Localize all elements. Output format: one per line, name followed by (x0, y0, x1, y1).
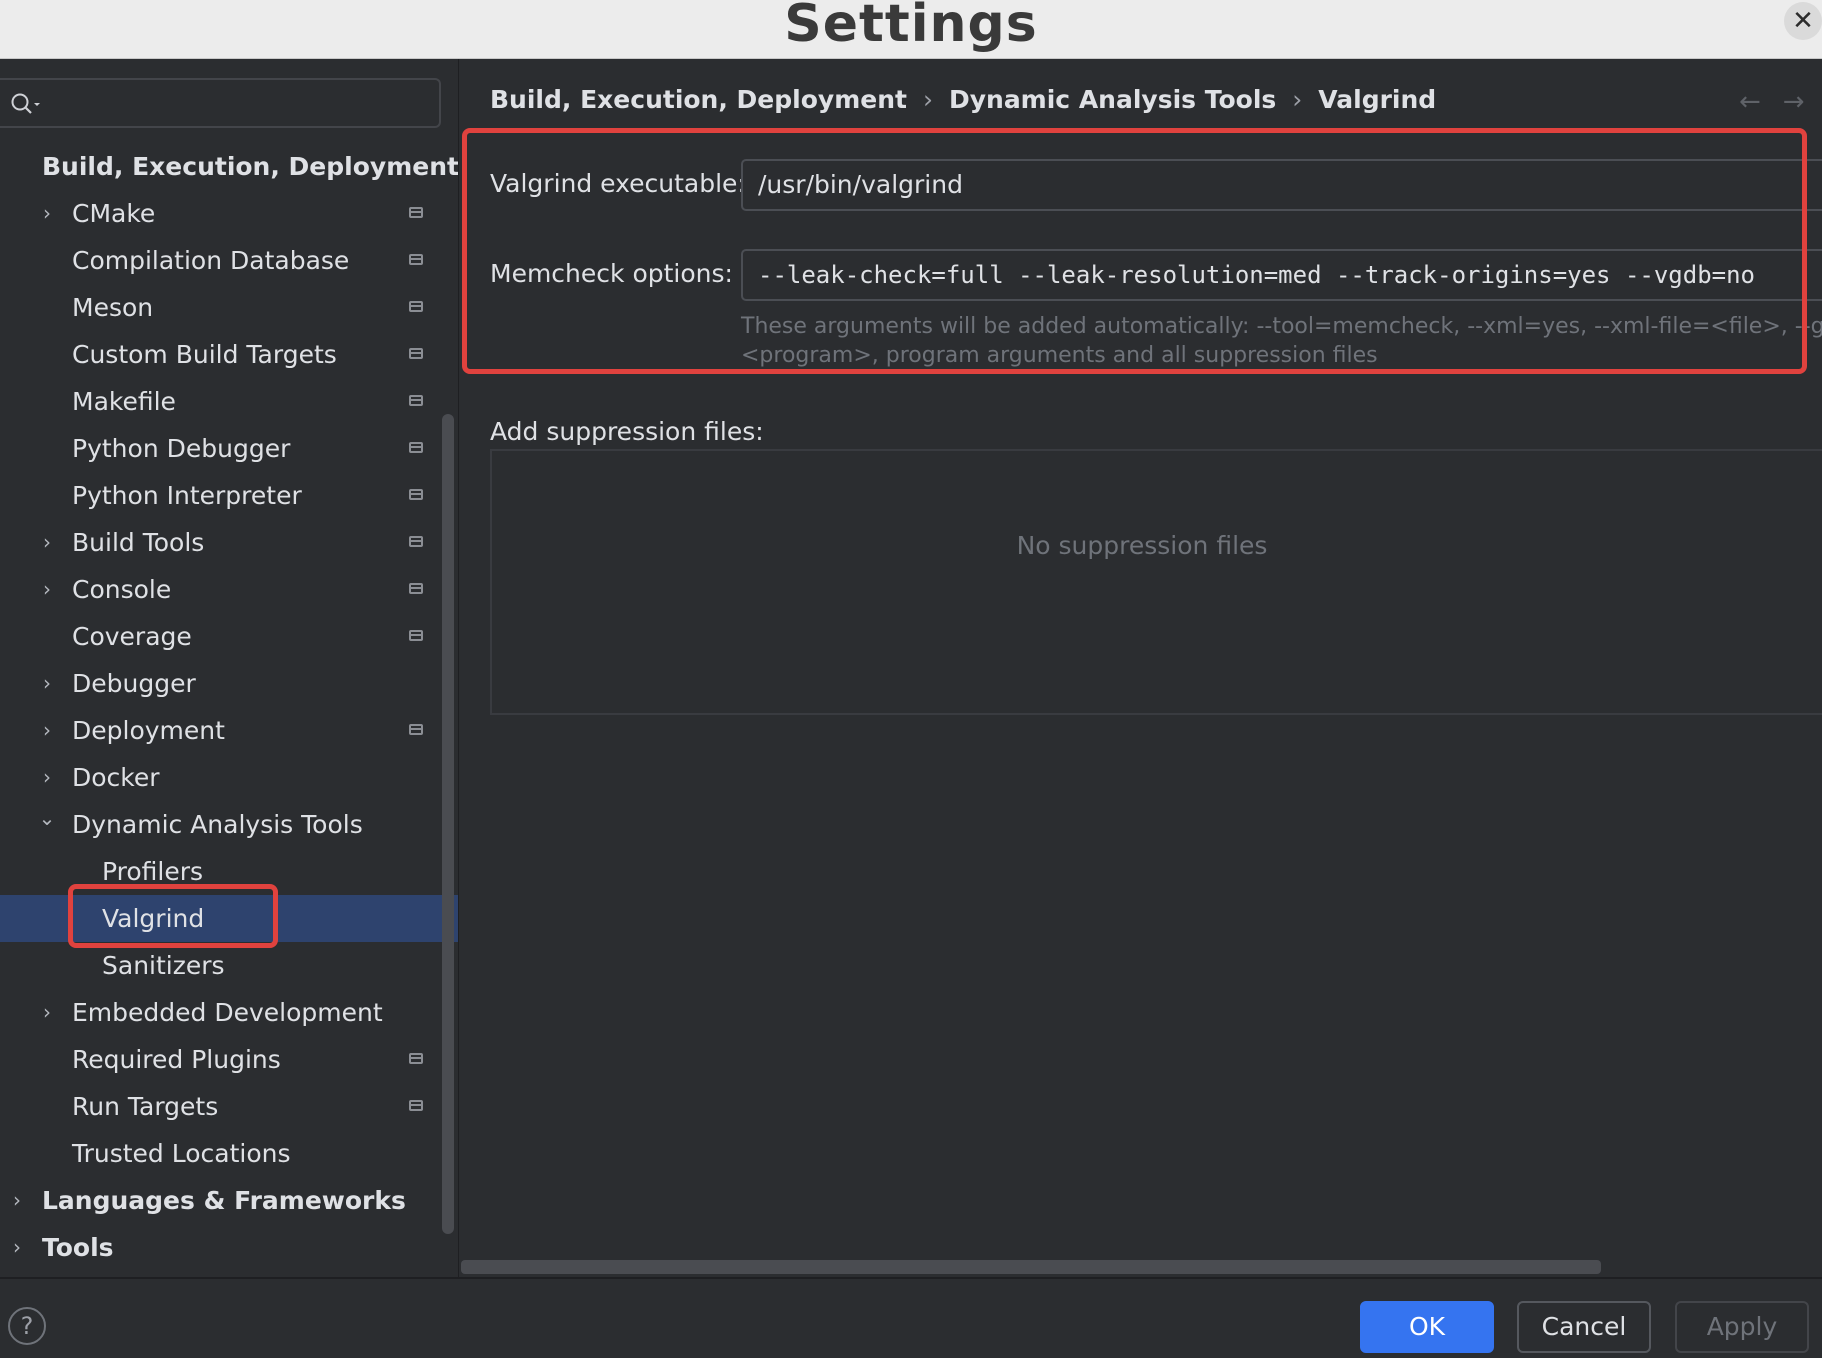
chevron-right-icon: › (1292, 85, 1303, 114)
chevron-right-icon[interactable]: › (37, 660, 57, 707)
sidebar-item-docker[interactable]: › Docker (0, 754, 458, 801)
sidebar-item-tools[interactable]: › Tools (0, 1224, 458, 1271)
breadcrumb-item: Dynamic Analysis Tools (948, 85, 1277, 114)
project-settings-icon (409, 1100, 423, 1111)
project-settings-icon (409, 583, 423, 594)
window-title: Settings (784, 0, 1038, 54)
options-highlight-box (462, 128, 1807, 374)
sidebar-item-label: Meson (72, 293, 154, 322)
sidebar-item-sanitizers[interactable]: Sanitizers (0, 942, 458, 989)
sidebar-item-label: Compilation Database (72, 246, 350, 275)
ok-button[interactable]: OK (1360, 1301, 1494, 1353)
chevron-right-icon[interactable]: › (37, 190, 57, 237)
project-settings-icon (409, 395, 423, 406)
project-settings-icon (409, 1053, 423, 1064)
chevron-right-icon[interactable]: › (37, 754, 57, 801)
horizontal-scrollbar[interactable] (461, 1260, 1601, 1274)
chevron-right-icon[interactable]: › (37, 566, 57, 613)
sidebar-item-label: Makefile (72, 387, 176, 416)
sidebar-item-trusted-locations[interactable]: Trusted Locations (0, 1130, 458, 1177)
sidebar-item-label: Custom Build Targets (72, 340, 337, 369)
sidebar-item-languages-frameworks[interactable]: › Languages & Frameworks (0, 1177, 458, 1224)
cancel-button[interactable]: Cancel (1517, 1301, 1651, 1353)
sidebar-item-python-interpreter[interactable]: Python Interpreter (0, 472, 458, 519)
sidebar-item-label: CMake (72, 199, 156, 228)
sidebar-item-label: Embedded Development (72, 998, 383, 1027)
title-bar: Settings ✕ (0, 0, 1822, 59)
sidebar-item-label: Build Tools (72, 528, 205, 557)
sidebar-item-label: Dynamic Analysis Tools (72, 810, 363, 839)
sidebar-item-label: Python Interpreter (72, 481, 302, 510)
sidebar-item-label: Required Plugins (72, 1045, 281, 1074)
sidebar-item-debugger[interactable]: › Debugger (0, 660, 458, 707)
sidebar-item-python-debugger[interactable]: Python Debugger (0, 425, 458, 472)
breadcrumb: Build, Execution, Deployment › Dynamic Ana… (490, 85, 1436, 114)
sidebar-item-label: Coverage (72, 622, 192, 651)
sidebar-item-label: Tools (42, 1233, 114, 1262)
navigation-arrows: ← → (1739, 87, 1822, 117)
sidebar-item-coverage[interactable]: Coverage (0, 613, 458, 660)
breadcrumb-item: Valgrind (1318, 85, 1437, 114)
sidebar-item-compilation-database[interactable]: Compilation Database (0, 237, 458, 284)
sidebar-item-custom-build-targets[interactable]: Custom Build Targets (0, 331, 458, 378)
chevron-right-icon[interactable]: › (7, 1224, 27, 1271)
project-settings-icon (409, 442, 423, 453)
sidebar-item-label: Docker (72, 763, 160, 792)
project-settings-icon (409, 536, 423, 547)
chevron-right-icon[interactable]: › (37, 519, 57, 566)
chevron-right-icon[interactable]: › (37, 989, 57, 1036)
project-settings-icon (409, 348, 423, 359)
search-icon (11, 93, 40, 114)
sidebar-item-build-tools[interactable]: › Build Tools (0, 519, 458, 566)
chevron-right-icon[interactable]: › (37, 707, 57, 754)
close-icon[interactable]: ✕ (1784, 2, 1822, 40)
sidebar-item-required-plugins[interactable]: Required Plugins (0, 1036, 458, 1083)
breadcrumb-item: Build, Execution, Deployment (490, 85, 907, 114)
project-settings-icon (409, 301, 423, 312)
help-icon[interactable]: ? (8, 1307, 46, 1345)
sidebar-item-console[interactable]: › Console (0, 566, 458, 613)
project-settings-icon (409, 489, 423, 500)
chevron-right-icon: › (922, 85, 933, 114)
suppression-files-label: Add suppression files: (490, 417, 764, 446)
sidebar-item-label: Python Debugger (72, 434, 291, 463)
project-settings-icon (409, 254, 423, 265)
back-arrow-icon[interactable]: ← (1739, 87, 1761, 117)
sidebar-item-dynamic-analysis-tools[interactable]: ⌄ Dynamic Analysis Tools (0, 801, 458, 848)
valgrind-highlight-box (68, 884, 278, 948)
sidebar-item-run-targets[interactable]: Run Targets (0, 1083, 458, 1130)
sidebar-item-embedded-development[interactable]: › Embedded Development (0, 989, 458, 1036)
project-settings-icon (409, 630, 423, 641)
dialog-footer: ? OK Cancel Apply (0, 1277, 1822, 1358)
project-settings-icon (409, 207, 423, 218)
sidebar-item-deployment[interactable]: › Deployment (0, 707, 458, 754)
search-input[interactable] (0, 78, 441, 128)
project-settings-icon (409, 724, 423, 735)
sidebar-item-label: Build, Execution, Deployment (42, 152, 458, 181)
chevron-down-icon[interactable]: ⌄ (37, 801, 57, 848)
sidebar-item-label: Deployment (72, 716, 225, 745)
sidebar-scrollbar[interactable] (442, 414, 454, 1234)
sidebar-item-meson[interactable]: Meson (0, 284, 458, 331)
sidebar-item-label: Trusted Locations (72, 1139, 291, 1168)
sidebar-item-cmake[interactable]: › CMake (0, 190, 458, 237)
sidebar-item-makefile[interactable]: Makefile (0, 378, 458, 425)
empty-state-text: No suppression files (1016, 531, 1268, 560)
apply-button[interactable]: Apply (1675, 1301, 1809, 1353)
sidebar-item-label: Run Targets (72, 1092, 219, 1121)
sidebar-item-label: Console (72, 575, 172, 604)
settings-sidebar: Build, Execution, Deployment › CMake Compil… (0, 59, 458, 1277)
forward-arrow-icon[interactable]: → (1783, 87, 1805, 117)
sidebar-item-label: Debugger (72, 669, 196, 698)
sidebar-item-label: Languages & Frameworks (42, 1186, 406, 1215)
suppression-files-list[interactable]: No suppression files (490, 449, 1822, 715)
sidebar-item-build-execution-deployment[interactable]: Build, Execution, Deployment (0, 143, 458, 190)
chevron-right-icon[interactable]: › (7, 1177, 27, 1224)
sidebar-item-label: Sanitizers (102, 951, 225, 980)
